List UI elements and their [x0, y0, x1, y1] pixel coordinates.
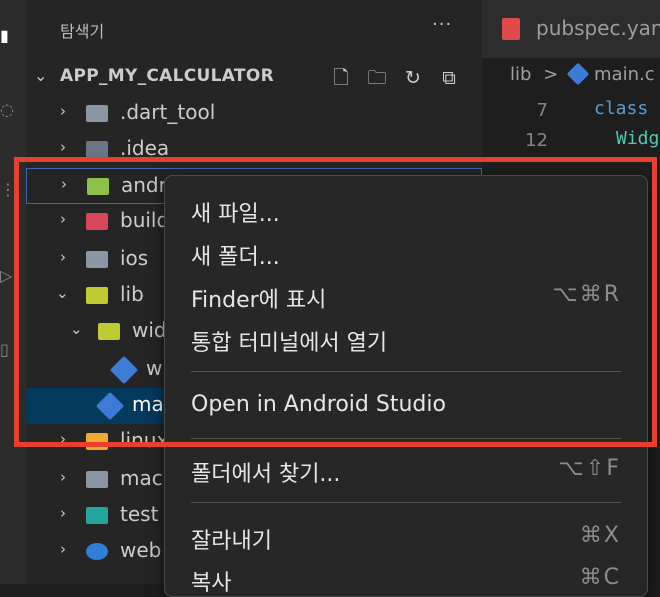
- new-folder-icon[interactable]: 🗀: [364, 64, 390, 96]
- chevron-right-icon: ›: [60, 540, 66, 558]
- workspace-section-header[interactable]: ⌄ APP_MY_CALCULATOR 🗋 🗀 ↻ ⧉: [26, 62, 482, 92]
- menu-item-shortcut: ⌘C: [579, 565, 621, 590]
- chevron-down-icon: ⌄: [34, 66, 48, 85]
- new-file-icon[interactable]: 🗋: [328, 64, 354, 96]
- breadcrumb-main[interactable]: main.c: [594, 64, 655, 85]
- tree-row-label: mac: [120, 466, 163, 490]
- search-icon[interactable]: ◌: [0, 100, 14, 119]
- source-control-icon[interactable]: ⋮: [0, 180, 16, 199]
- menu-separator: [191, 502, 621, 503]
- workspace-name: APP_MY_CALCULATOR: [60, 66, 274, 86]
- web-folder-icon: [86, 543, 108, 560]
- menu-item-shortcut: ⌥⇧F: [558, 456, 621, 481]
- breadcrumb-lib[interactable]: lib: [510, 64, 531, 85]
- menu-item-find-in-folder[interactable]: 폴더에서 찾기... ⌥⇧F: [191, 452, 621, 488]
- highlight-annotation: [14, 157, 657, 447]
- tab-label: pubspec.yan: [536, 16, 660, 40]
- code-line[interactable]: class: [594, 98, 648, 119]
- menu-item-copy[interactable]: 복사 ⌘C: [191, 561, 621, 597]
- chevron-right-icon: ›: [60, 138, 66, 156]
- menu-item-label: 잘라내기: [191, 529, 272, 554]
- breadcrumb[interactable]: lib > main.c: [510, 62, 655, 86]
- test-folder-icon: [86, 507, 108, 524]
- menu-item-label: 폴더에서 찾기...: [191, 462, 341, 487]
- folder-icon: [86, 105, 108, 122]
- yaml-file-icon: [502, 18, 520, 40]
- more-actions-icon[interactable]: ···: [432, 14, 452, 35]
- menu-item-cut[interactable]: 잘라내기 ⌘X: [191, 519, 621, 555]
- run-debug-icon[interactable]: ▷: [0, 266, 12, 285]
- menu-item-label: 복사: [191, 571, 232, 596]
- chevron-right-icon: ›: [60, 102, 66, 120]
- section-actions: 🗋 🗀 ↻ ⧉: [328, 64, 472, 96]
- explorer-title: 탐색기: [60, 22, 105, 41]
- extensions-icon[interactable]: ▯: [0, 340, 10, 359]
- menu-item-shortcut: ⌘X: [579, 523, 621, 548]
- collapse-all-icon[interactable]: ⧉: [436, 67, 462, 89]
- tree-row-label: .dart_tool: [120, 100, 216, 124]
- explorer-icon[interactable]: ▮: [0, 26, 10, 45]
- breadcrumb-separator: >: [543, 64, 559, 85]
- tab-bar: pubspec.yan: [482, 0, 660, 58]
- dart-file-icon: [566, 62, 590, 86]
- idea-folder-icon: [86, 141, 108, 158]
- chevron-right-icon: ›: [60, 504, 66, 522]
- chevron-right-icon: ›: [60, 468, 66, 486]
- line-number: 12: [525, 130, 548, 151]
- tree-row-label: test: [120, 502, 159, 526]
- code-line[interactable]: Widg: [616, 128, 659, 149]
- mac-folder-icon: [86, 471, 108, 488]
- tree-row-label: web: [120, 538, 162, 562]
- line-number: 7: [536, 100, 548, 121]
- tab-pubspec[interactable]: pubspec.yan: [482, 0, 660, 58]
- refresh-icon[interactable]: ↻: [400, 67, 426, 89]
- tree-row[interactable]: › .dart_tool: [26, 96, 482, 132]
